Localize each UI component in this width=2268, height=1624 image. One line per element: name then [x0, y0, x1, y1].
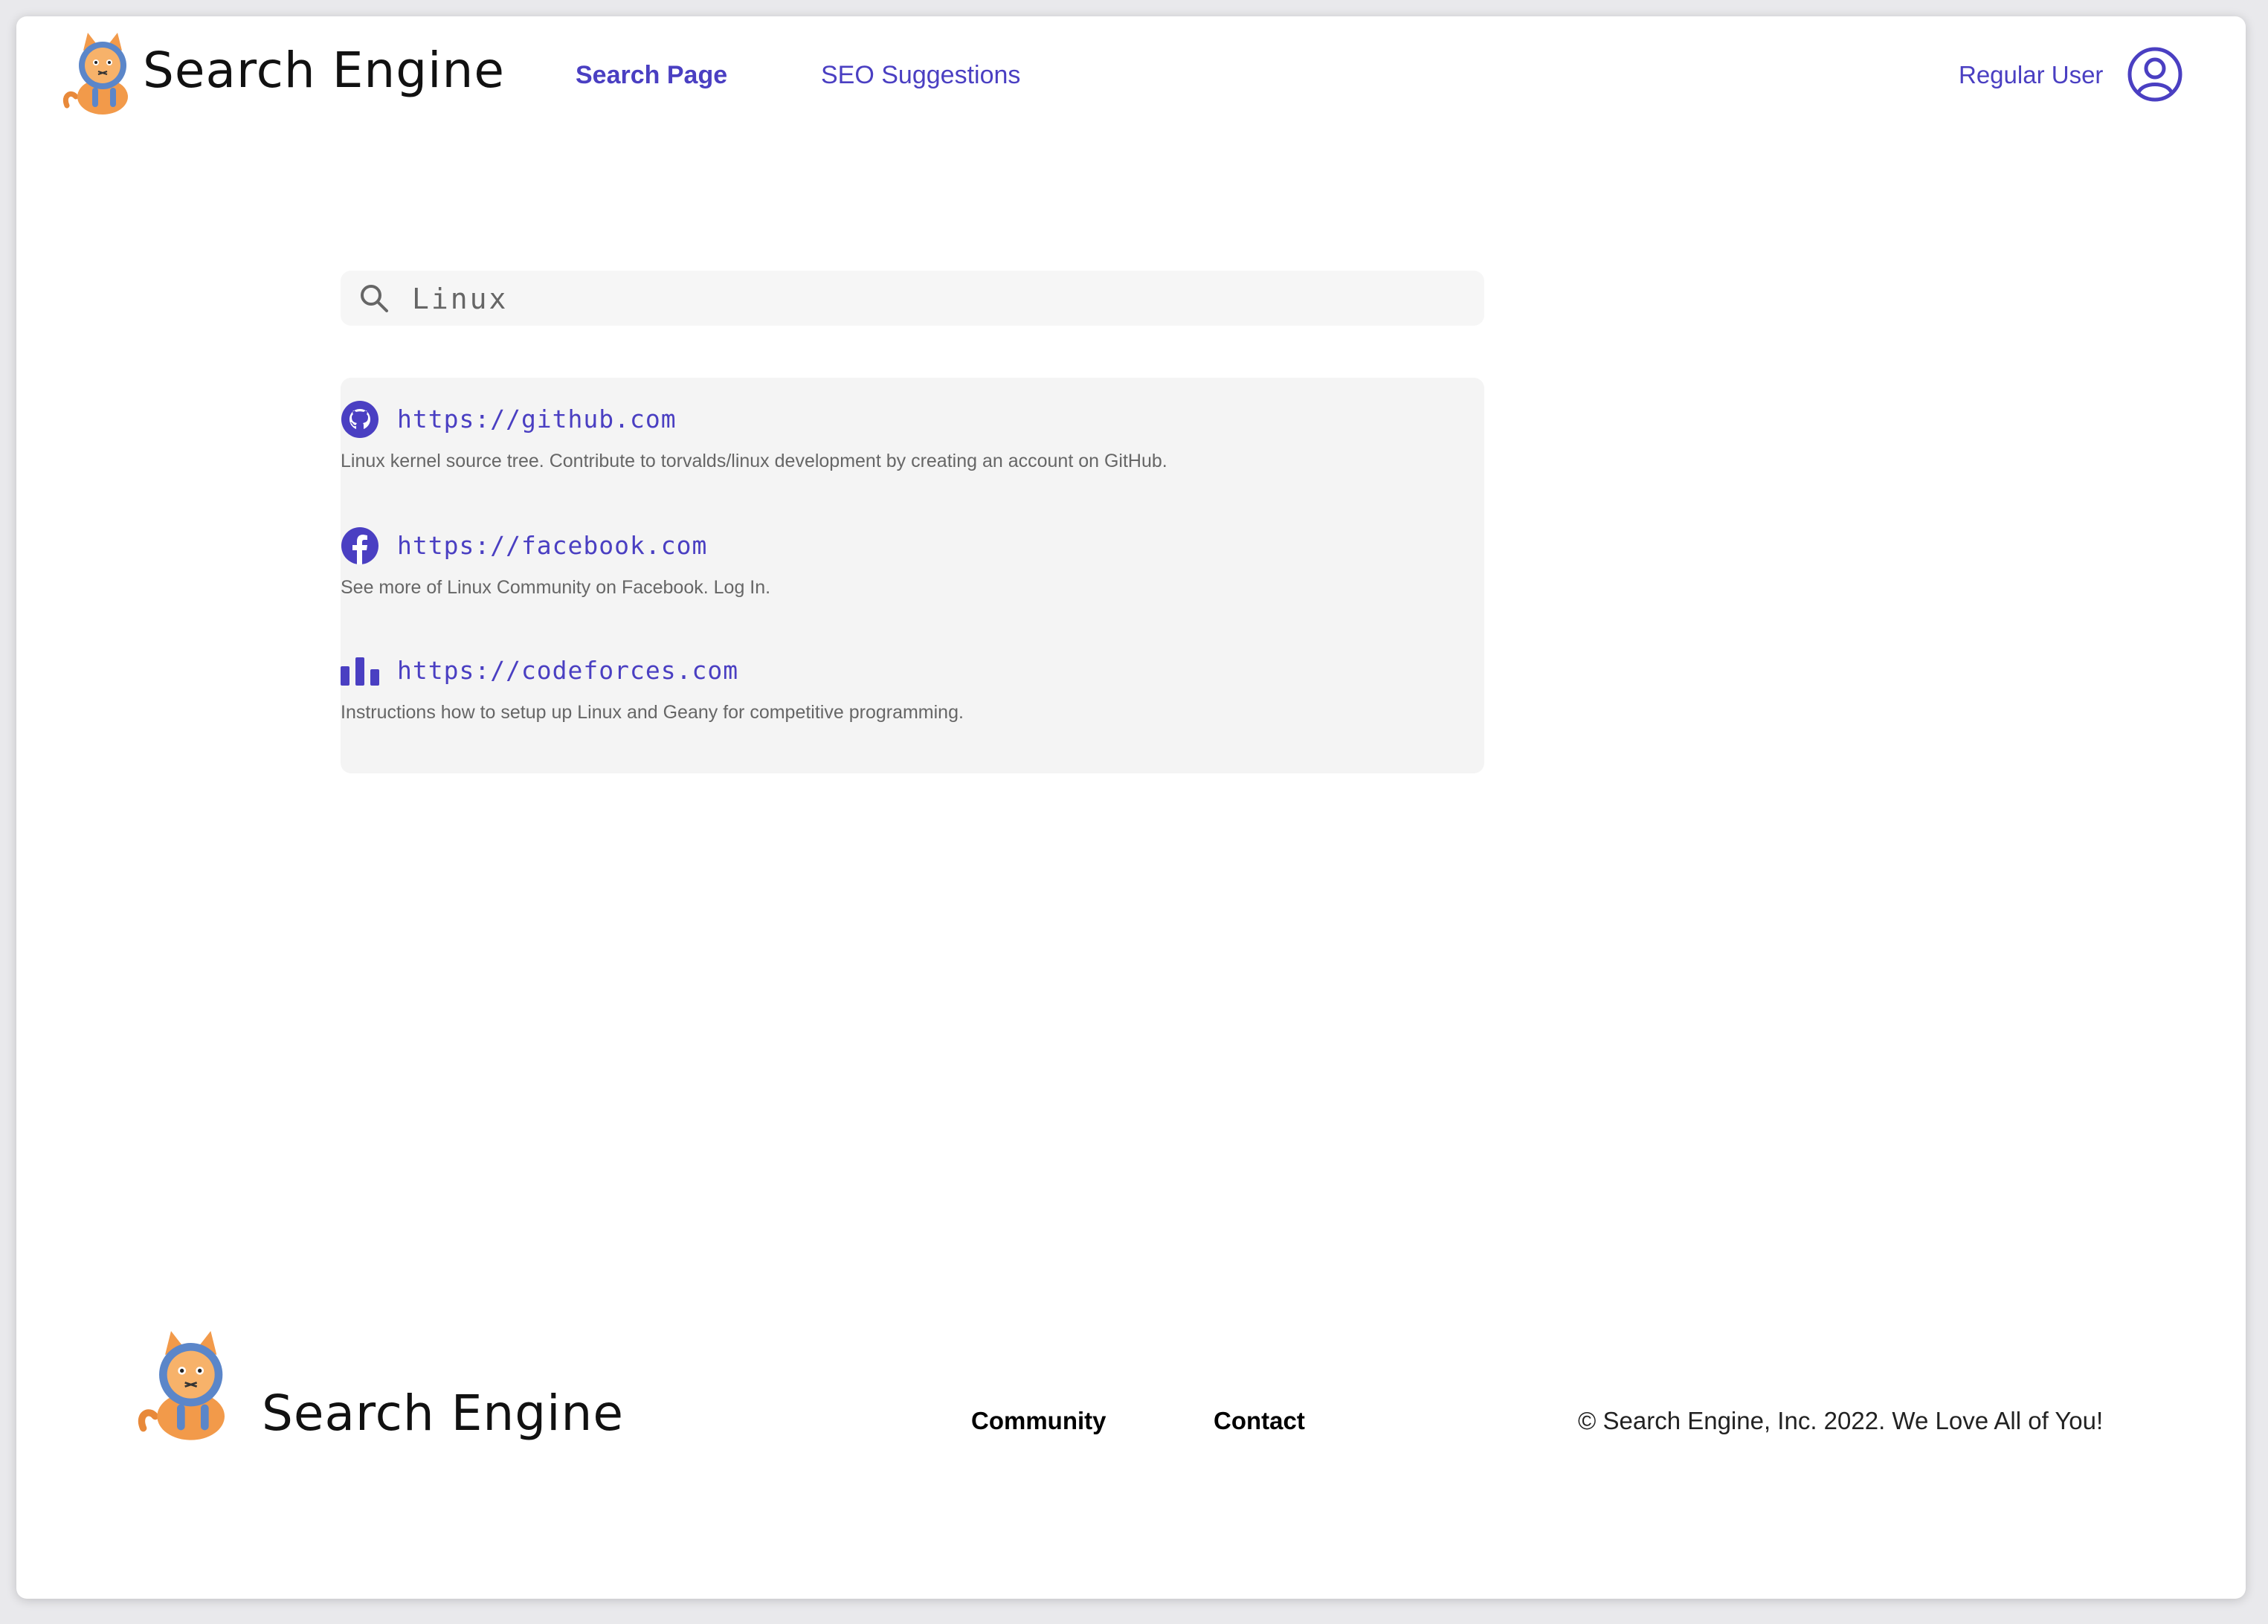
footer-link-contact[interactable]: Contact [1214, 1407, 1305, 1435]
app-window: Search Engine Search Page SEO Suggestion… [16, 16, 2246, 1599]
cat-logo-icon[interactable] [61, 28, 150, 117]
result-description: Linux kernel source tree. Contribute to … [341, 451, 1167, 471]
footer-link-community[interactable]: Community [971, 1407, 1106, 1435]
result-url[interactable]: https://github.com [397, 405, 677, 434]
search-input[interactable] [410, 271, 1454, 327]
result-description: Instructions how to setup up Linux and G… [341, 702, 964, 723]
result-url[interactable]: https://facebook.com [397, 531, 707, 560]
result-url[interactable]: https://codeforces.com [397, 656, 738, 685]
search-bar[interactable] [341, 271, 1484, 327]
footer-brand: Search Engine [262, 1385, 624, 1442]
results-panel: https://github.com Linux kernel source t… [341, 378, 1484, 773]
user-name[interactable]: Regular User [1959, 61, 2103, 89]
copyright-text: © Search Engine, Inc. 2022. We Love All … [1578, 1407, 2104, 1434]
github-icon [341, 401, 378, 438]
user-circle-icon[interactable] [2127, 46, 2183, 103]
facebook-icon [341, 527, 378, 564]
nav-search-page[interactable]: Search Page [576, 61, 727, 90]
result-description: See more of Linux Community on Facebook.… [341, 577, 771, 598]
cat-logo-icon [138, 1331, 225, 1440]
search-icon[interactable] [358, 283, 390, 314]
bar-chart-icon [341, 657, 379, 686]
nav-seo-suggestions[interactable]: SEO Suggestions [821, 61, 1020, 90]
brand-title: Search Engine [143, 42, 505, 99]
